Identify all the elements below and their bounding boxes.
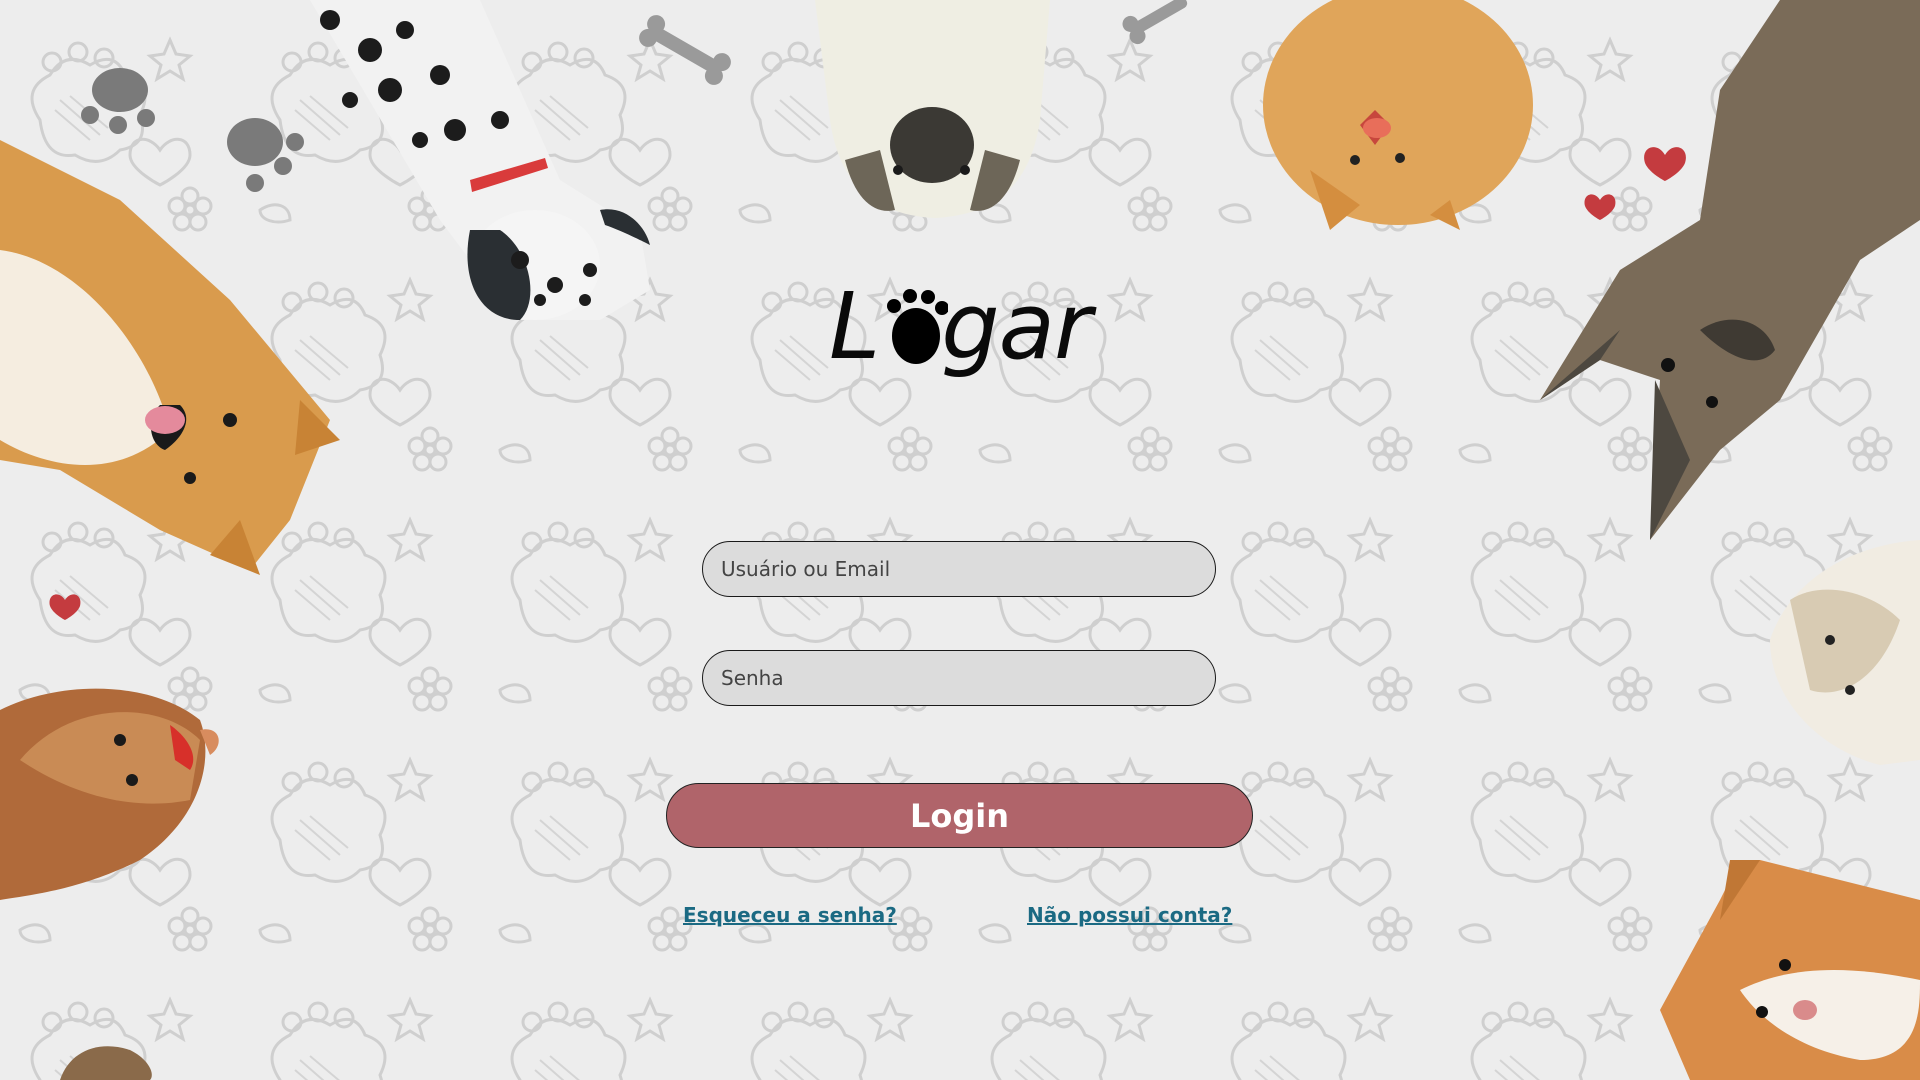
background-illustration	[0, 0, 1920, 1080]
signup-link[interactable]: Não possui conta?	[1027, 903, 1232, 927]
dark-dog-illustration	[1540, 0, 1920, 540]
dalmatian-illustration	[310, 0, 650, 320]
bone-icon	[639, 0, 1188, 85]
logo-text: Lgar	[829, 272, 1092, 382]
paw-icon	[887, 289, 948, 364]
pomeranian-illustration	[1263, 0, 1533, 230]
yorkie-illustration	[0, 688, 219, 900]
shiba-illustration	[0, 140, 340, 575]
logo-text-start: L	[829, 273, 880, 380]
login-button[interactable]: Login	[666, 783, 1253, 848]
shih-tzu-illustration	[1770, 540, 1920, 765]
password-input[interactable]	[702, 650, 1216, 706]
logo-text-end: gar	[941, 273, 1092, 380]
paw-print-icon	[81, 68, 304, 192]
app-logo: Lgar	[829, 272, 1099, 382]
forgot-password-link[interactable]: Esqueceu a senha?	[683, 903, 897, 927]
pug-illustration	[815, 0, 1050, 218]
corgi-illustration	[1660, 860, 1920, 1080]
username-email-input[interactable]	[702, 541, 1216, 597]
